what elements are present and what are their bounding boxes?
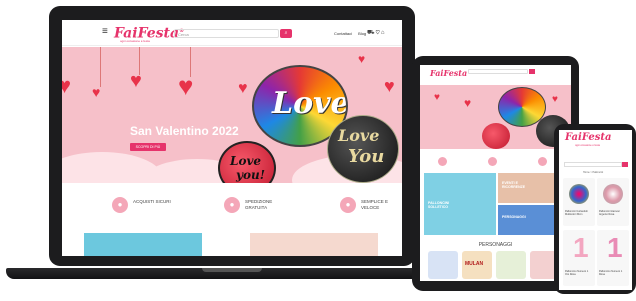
- product-card[interactable]: Palloncini Glamour Argento Rosa: [597, 178, 629, 226]
- heart-decoration-icon: ♥: [358, 52, 366, 66]
- heart-decoration-icon: ♥: [238, 80, 248, 97]
- character-card[interactable]: [428, 251, 458, 279]
- breadcrumb[interactable]: Home > Palloncini: [583, 171, 603, 174]
- location-icon: [538, 157, 547, 166]
- character-card[interactable]: [496, 251, 526, 279]
- product-image: [569, 184, 589, 204]
- search-icon: ⌕: [284, 30, 288, 36]
- tile-label: EVENTI E RICORRENZE: [502, 181, 526, 189]
- product-name: Palloncini Glamour Argento Rosa: [599, 210, 620, 216]
- category-tile[interactable]: [84, 233, 202, 256]
- laptop-notch: [202, 268, 262, 272]
- product-name: Palloncini Coriandoli Multicolor 30cm: [565, 210, 588, 216]
- feature-label: SEMPLICE E VELOCE: [361, 199, 389, 210]
- red-heart-balloon: Love you!: [218, 141, 276, 183]
- feature-label: SPEDIZIONE GRATUITA: [245, 199, 273, 210]
- category-tiles: [62, 233, 402, 256]
- site-header: ≡ FaiFesta® ogni occasione è festa Cerca…: [62, 20, 402, 46]
- tile-label: PALLONCINI SOLLETICO: [428, 201, 450, 209]
- site-tagline: ogni occasione è festa: [120, 39, 150, 43]
- product-image: [603, 184, 623, 204]
- search-input[interactable]: Cerca: [174, 29, 279, 38]
- balloon-text: Love: [272, 86, 348, 121]
- tablet-search-button[interactable]: [529, 69, 535, 74]
- location-icon: ●: [340, 197, 356, 213]
- lock-icon: ●: [112, 197, 128, 213]
- phone-tagline: ogni occasione è festa: [575, 144, 600, 147]
- heart-decoration-icon: ♥: [62, 73, 72, 98]
- phone-search-button[interactable]: [622, 162, 628, 167]
- product-name: Palloncino Numero 1 Oro Rosa: [565, 270, 589, 276]
- product-image: 1: [573, 232, 589, 263]
- link-contattaci[interactable]: Contattaci: [334, 31, 352, 36]
- tablet-screen: FaiFesta ♥ ♥ ♥ PALLONCINI SOLLETICO EVEN…: [420, 65, 571, 281]
- tablet-category-grid: PALLONCINI SOLLETICO EVENTI E RICORRENZE…: [424, 173, 569, 237]
- tablet-logo[interactable]: FaiFesta: [430, 68, 467, 78]
- hamburger-menu-icon[interactable]: ≡: [102, 27, 108, 37]
- product-card[interactable]: 1 Palloncino Numero 1 Rosa: [597, 230, 629, 286]
- phone-logo[interactable]: FaiFesta: [565, 132, 611, 143]
- header-links: Contattaci Blog: [334, 31, 371, 36]
- features-strip: ● ACQUISTI SICURI ● SPEDIZIONE GRATUITA …: [62, 185, 402, 231]
- heart-decoration-icon: ♥: [92, 84, 101, 100]
- character-label: MULAN: [465, 261, 484, 267]
- tile-label: PERSONAGGI: [502, 215, 526, 219]
- hero-title: San Valentino 2022: [130, 124, 239, 138]
- balloon-text: Love: [230, 154, 262, 168]
- category-tile[interactable]: [250, 233, 378, 256]
- product-card[interactable]: 1 Palloncino Numero 1 Oro Rosa: [563, 230, 595, 286]
- product-image: 1: [607, 232, 623, 263]
- red-heart-balloon: [482, 123, 510, 149]
- feature-label: ACQUISTI SICURI: [133, 199, 171, 204]
- tablet-features-strip: [420, 151, 571, 173]
- lock-icon: [438, 157, 447, 166]
- heart-decoration-icon: ♥: [130, 70, 142, 92]
- tablet-search-input[interactable]: [468, 69, 528, 74]
- header-icon-group[interactable]: ⛟♡⌂: [367, 29, 386, 37]
- tablet-section-title: PERSONAGGI: [478, 242, 513, 248]
- heart-decoration-icon: ♥: [464, 96, 472, 110]
- cart-icon: ●: [224, 197, 240, 213]
- heart-decoration-icon: ♥: [178, 71, 194, 101]
- balloon-text: You: [348, 146, 385, 167]
- search-button[interactable]: ⌕: [280, 29, 292, 38]
- balloon-text: Love: [338, 126, 380, 145]
- tablet-header: FaiFesta: [420, 65, 571, 87]
- heart-string: [100, 47, 101, 87]
- hero-cta-button[interactable]: SCOPRI DI PIÙ: [130, 143, 166, 151]
- heart-decoration-icon: ♥: [434, 92, 440, 103]
- cart-icon: [488, 157, 497, 166]
- balloon-text: you!: [236, 168, 265, 182]
- product-card[interactable]: Palloncini Coriandoli Multicolor 30cm: [563, 178, 595, 226]
- hero-banner[interactable]: ♥ ♥ ♥ ♥ ♥ ♥ ♥ San Valentino 2022 SCOPRI …: [62, 47, 402, 183]
- heart-decoration-icon: ♥: [384, 76, 395, 96]
- product-name: Palloncino Numero 1 Rosa: [599, 270, 623, 276]
- phone-screen: FaiFesta ogni occasione è festa Home > P…: [559, 130, 632, 290]
- heart-decoration-icon: ♥: [552, 94, 558, 105]
- link-blog[interactable]: Blog: [358, 31, 366, 36]
- category-tile[interactable]: PALLONCINI SOLLETICO: [424, 173, 496, 235]
- device-mockup-scene: ≡ FaiFesta® ogni occasione è festa Cerca…: [0, 0, 636, 301]
- laptop-screen: ≡ FaiFesta® ogni occasione è festa Cerca…: [62, 20, 402, 256]
- tablet-character-row: MULAN: [428, 251, 568, 279]
- character-card[interactable]: MULAN: [462, 251, 492, 279]
- black-heart-balloon: Love You: [327, 115, 399, 183]
- tablet-hero-banner[interactable]: ♥ ♥ ♥: [420, 85, 571, 149]
- phone-search-input[interactable]: [564, 162, 622, 167]
